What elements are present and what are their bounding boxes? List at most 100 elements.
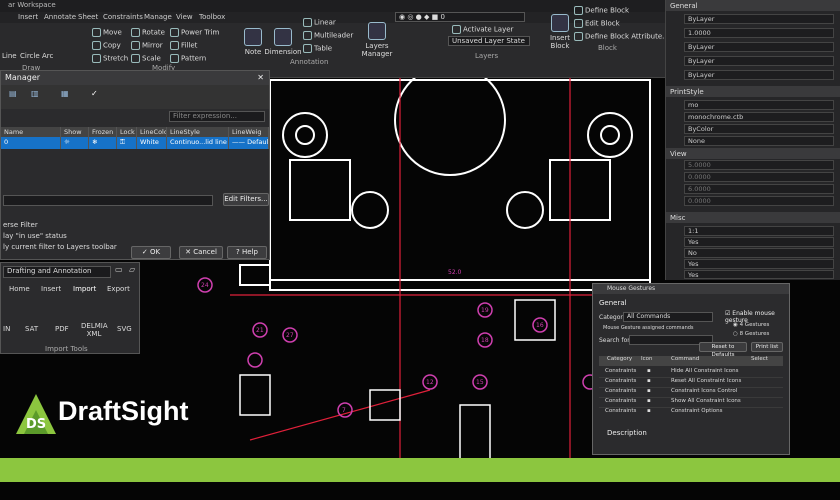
prop-view-w[interactable]: 0.0000 <box>684 196 834 206</box>
filter-expression-input[interactable]: Filter expression... <box>169 111 265 122</box>
tab-toolbox[interactable]: Toolbox <box>199 13 225 21</box>
close-icon[interactable]: ✕ <box>257 73 264 82</box>
apply-filter-option[interactable]: ly current filter to Layers toolbar <box>3 243 117 251</box>
cancel-button[interactable]: ✕ Cancel <box>179 246 223 259</box>
import-pdf[interactable]: PDF <box>55 325 69 333</box>
scale-tool[interactable]: Scale <box>131 54 161 63</box>
linear-tool[interactable]: Linear <box>303 18 336 27</box>
prop-print-none[interactable]: None <box>684 136 834 146</box>
prop-lineweight[interactable]: ByLayer <box>684 56 834 66</box>
delete-layer-icon[interactable]: ▥ <box>31 89 39 98</box>
new-layer-icon[interactable]: ▤ <box>9 89 17 98</box>
power-trim-tool[interactable]: Power Trim <box>170 28 219 37</box>
table-row[interactable]: Constraints ▪ Show All Constraint Icons <box>599 398 783 408</box>
tab-insert[interactable]: Insert <box>18 13 38 21</box>
tab-home[interactable]: Home <box>9 285 30 293</box>
workspace-combo[interactable]: Drafting and Annotation <box>3 266 111 278</box>
invert-filter-option[interactable]: erse Filter <box>3 221 38 229</box>
draw-arc-tool[interactable]: Arc <box>42 52 53 60</box>
tab-manage[interactable]: Manage <box>144 13 172 21</box>
layer-filter-icon[interactable]: ▦ <box>61 89 69 98</box>
mg-assigned-option[interactable]: Mouse Gesture assigned commands <box>603 325 694 331</box>
activate-layer-button[interactable]: Activate Layer <box>452 25 513 34</box>
title-bar: ar Workspace <box>0 0 665 12</box>
mirror-tool[interactable]: Mirror <box>131 41 163 50</box>
prop-misc-2[interactable]: No <box>684 248 834 258</box>
prop-misc-4[interactable]: Yes <box>684 270 834 279</box>
prop-misc-scale[interactable]: 1:1 <box>684 226 834 236</box>
table-tool[interactable]: Table <box>303 44 332 53</box>
section-view[interactable]: View <box>666 148 840 159</box>
copy-tool[interactable]: Copy <box>92 41 121 50</box>
tab-import[interactable]: Import <box>73 285 96 293</box>
define-attribute-button[interactable]: Define Block Attribute... <box>574 32 669 41</box>
table-row[interactable]: Constraints ▪ Reset All Constraint Icons <box>599 378 783 388</box>
mg-4-gestures-radio[interactable]: ◉ 4 Gestures <box>733 322 769 328</box>
prop-misc-1[interactable]: Yes <box>684 237 834 247</box>
row-category: Constraints <box>605 408 637 414</box>
import-delmia[interactable]: DELMIA XML <box>81 322 108 338</box>
table-row[interactable]: Constraints ▪ Hide All Constraint Icons <box>599 368 783 378</box>
prop-view-z[interactable]: 6.0000 <box>684 184 834 194</box>
prop-print-color[interactable]: ByColor <box>684 124 834 134</box>
layer-color[interactable]: White <box>137 137 167 149</box>
mg-reset-button[interactable]: Reset to Defaults <box>699 342 747 358</box>
move-tool[interactable]: Move <box>92 28 122 37</box>
fillet-tool[interactable]: Fillet <box>170 41 197 50</box>
mg-category-select[interactable]: All Commands <box>623 312 713 322</box>
tab-annotate[interactable]: Annotate <box>44 13 76 21</box>
prop-view-x[interactable]: 5.0000 <box>684 160 834 170</box>
prop-print-mo[interactable]: mo <box>684 100 834 110</box>
prop-linestyle[interactable]: ByLayer <box>684 42 834 52</box>
edit-filters-button[interactable]: Edit Filters... <box>223 193 269 206</box>
table-row[interactable]: 0 ☼ ❄ ⚿ White Continuo...lid line —— Def… <box>1 137 269 149</box>
prop-print-table[interactable]: monochrome.ctb <box>684 112 834 122</box>
col-frozen: Frozen <box>89 127 117 137</box>
import-sat[interactable]: SAT <box>25 325 38 333</box>
check-icon[interactable]: ✓ <box>91 89 98 98</box>
tab-constraints[interactable]: Constraints <box>103 13 143 21</box>
frozen-icon[interactable]: ❄ <box>89 137 117 149</box>
ok-button[interactable]: ✓ OK <box>131 246 171 259</box>
layer-state-combo[interactable]: Unsaved Layer State <box>448 36 530 46</box>
prop-scale[interactable]: 1.0000 <box>684 28 834 38</box>
stretch-tool[interactable]: Stretch <box>92 54 128 63</box>
pattern-tool[interactable]: Pattern <box>170 54 206 63</box>
in-use-option[interactable]: lay "in use" status <box>3 232 67 240</box>
filter-combo[interactable] <box>3 195 213 206</box>
prop-view-y[interactable]: 0.0000 <box>684 172 834 182</box>
table-row[interactable]: Constraints ▪ Constraint Options <box>599 408 783 418</box>
tab-sheet[interactable]: Sheet <box>78 13 98 21</box>
help-button[interactable]: ? Help <box>227 246 267 259</box>
multileader-tool[interactable]: Multileader <box>303 31 353 40</box>
rotate-tool[interactable]: Rotate <box>131 28 165 37</box>
edit-block-button[interactable]: Edit Block <box>574 19 620 28</box>
import-svg[interactable]: SVG <box>117 325 132 333</box>
dimension-button[interactable]: Dimension <box>263 28 303 56</box>
layers-manager-button[interactable]: Layers Manager <box>357 22 397 58</box>
tab-export[interactable]: Export <box>107 285 130 293</box>
prop-misc-3[interactable]: Yes <box>684 259 834 269</box>
section-general[interactable]: General <box>666 0 840 11</box>
import-in[interactable]: IN <box>3 325 10 333</box>
ok-label: OK <box>149 248 161 256</box>
mg-8-gestures-radio[interactable]: ○ 8 Gestures <box>733 331 769 337</box>
draw-circle-tool[interactable]: Circle <box>20 52 40 60</box>
section-misc[interactable]: Misc <box>666 212 840 223</box>
prop-color[interactable]: ByLayer <box>684 14 834 24</box>
lock-icon[interactable]: ⚿ <box>117 137 137 149</box>
layer-linestyle[interactable]: Continuo...lid line <box>167 137 229 149</box>
show-icon[interactable]: ☼ <box>61 137 89 149</box>
table-row[interactable]: Constraints ▪ Constraint Icons Control <box>599 388 783 398</box>
tab-insert-sub[interactable]: Insert <box>41 285 61 293</box>
section-printstyle[interactable]: PrintStyle <box>666 86 840 97</box>
layer-combo[interactable]: ◉ ◎ ● ◆ ■ 0 <box>395 12 525 22</box>
new-icon[interactable]: ▭ <box>115 265 123 274</box>
define-block-button[interactable]: Define Block <box>574 6 629 15</box>
mg-print-button[interactable]: Print list <box>751 342 783 352</box>
tab-view[interactable]: View <box>176 13 193 21</box>
open-icon[interactable]: ▱ <box>129 265 135 274</box>
prop-transparency[interactable]: ByLayer <box>684 70 834 80</box>
draw-line-tool[interactable]: Line <box>2 52 17 60</box>
layer-lineweight[interactable]: —— Default <box>229 137 269 149</box>
